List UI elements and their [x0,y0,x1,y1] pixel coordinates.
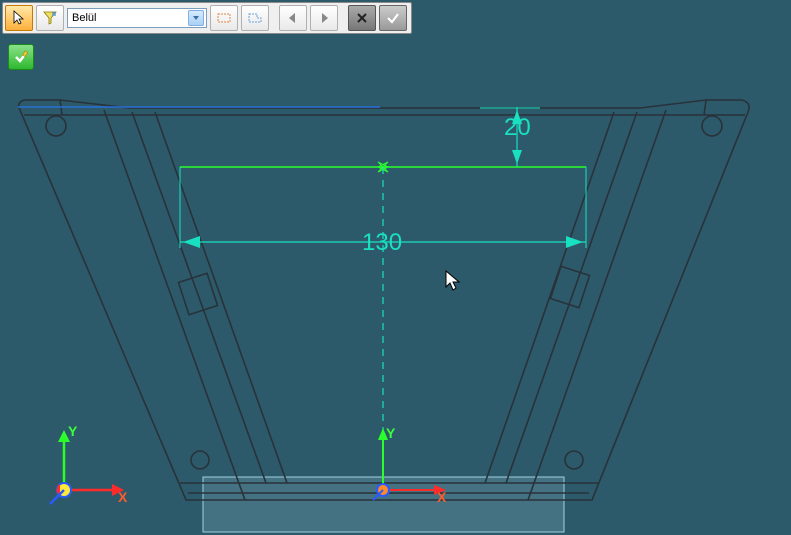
forward-button[interactable] [310,5,338,31]
mouse-cursor-icon [444,270,464,294]
view-triad: X Y [50,423,128,505]
cad-viewport[interactable]: 20 130 X Y X Y [0,0,791,535]
cancel-button[interactable] [348,5,376,31]
axis-y-label: Y [68,423,78,439]
region-inside-icon [216,10,232,26]
funnel-icon [42,10,58,26]
close-icon [354,10,370,26]
region-inside-button[interactable] [210,5,238,31]
region-outside-button[interactable] [241,5,269,31]
select-tool-button[interactable] [5,5,33,31]
filter-dropdown-value: Belül [72,12,188,24]
axis-y-center-label: Y [386,425,396,441]
axis-x-label: X [118,489,128,505]
chevron-down-icon [188,10,204,26]
axis-x-center-label: X [437,489,447,505]
filter-tool-button[interactable] [36,5,64,31]
confirm-button[interactable] [379,5,407,31]
cursor-icon [11,10,27,26]
arrow-left-icon [285,10,301,26]
region-outside-icon [247,10,263,26]
finish-sketch-button[interactable] [8,44,34,70]
check-icon [385,10,401,26]
dimension-width-value: 130 [362,229,402,256]
back-button[interactable] [279,5,307,31]
check-icon [13,49,29,65]
filter-dropdown[interactable]: Belül [67,8,207,28]
dimension-height[interactable]: 20 [480,107,540,167]
arrow-right-icon [316,10,332,26]
sketch-toolbar: Belül [2,2,412,34]
dimension-height-value: 20 [504,114,531,141]
